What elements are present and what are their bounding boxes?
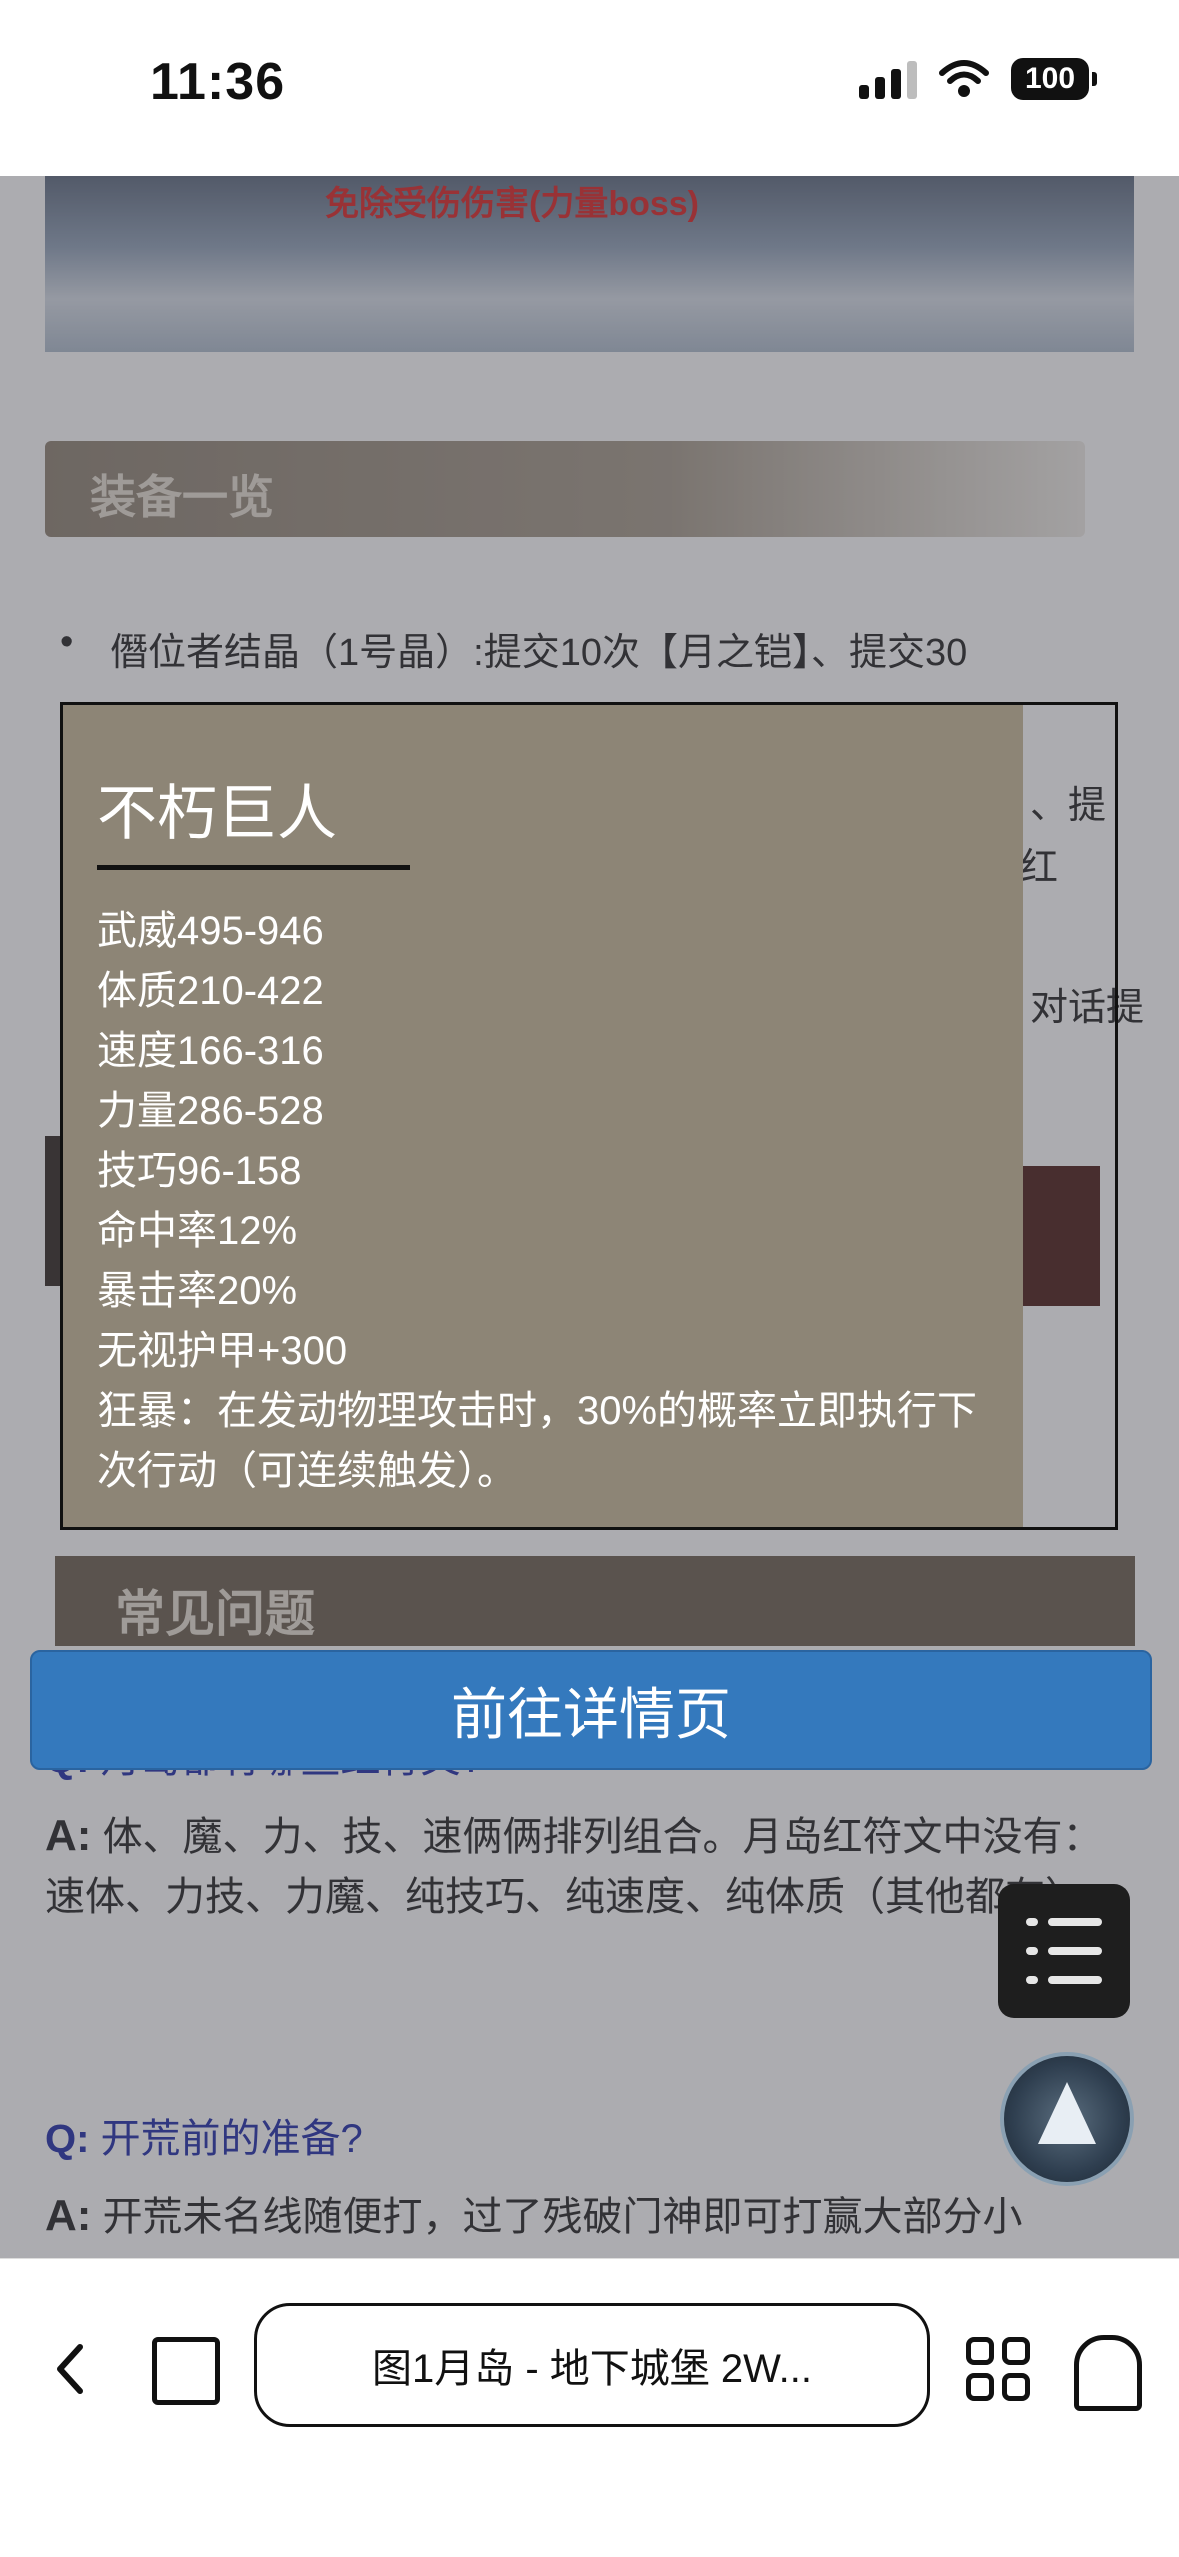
stat-line: 狂暴：在发动物理攻击时，30%的概率立即执行下次行动（可连续触发）。 — [97, 1389, 978, 1493]
stat-line: 无视护甲+300 — [97, 1329, 348, 1373]
tab-switcher-button[interactable] — [152, 2337, 220, 2405]
ghost-mode-icon[interactable] — [1074, 2335, 1142, 2411]
stat-line: 速度166-316 — [97, 1029, 324, 1073]
back-button[interactable] — [50, 2339, 100, 2419]
item-tooltip: 不朽巨人 武威495-946 体质210-422 速度166-316 力量286… — [60, 702, 1118, 1530]
stat-line: 技巧96-158 — [97, 1149, 302, 1193]
tooltip-title: 不朽巨人 — [97, 780, 337, 847]
status-time: 11:36 — [150, 53, 286, 111]
battery-icon: 100 — [1011, 58, 1097, 100]
stat-line: 命中率12% — [97, 1209, 298, 1253]
tooltip-stats: 武威495-946 体质210-422 速度166-316 力量286-528 … — [97, 901, 997, 1501]
tooltip-panel: 不朽巨人 武威495-946 体质210-422 速度166-316 力量286… — [63, 705, 1023, 1527]
browser-bottom-bar: 图1月岛 - 地下城堡 2W... — [0, 2258, 1179, 2557]
wifi-icon — [939, 60, 989, 97]
stat-line: 武威495-946 — [97, 909, 324, 953]
status-icons: 100 — [859, 58, 1097, 100]
stat-line: 力量286-528 — [97, 1089, 324, 1133]
stat-line: 暴击率20% — [97, 1269, 298, 1313]
stat-line: 体质210-422 — [97, 969, 324, 1013]
site-logo-button[interactable] — [1000, 2052, 1134, 2186]
status-bar: 11:36 100 — [0, 0, 1179, 176]
tooltip-divider — [97, 865, 410, 870]
cellular-signal-icon — [859, 59, 917, 99]
address-bar[interactable]: 图1月岛 - 地下城堡 2W... — [254, 2303, 930, 2427]
apps-grid-icon[interactable] — [966, 2337, 1030, 2401]
chevron-left-icon — [57, 2344, 83, 2394]
go-to-details-button[interactable]: 前往详情页 — [30, 1650, 1152, 1770]
table-of-contents-button[interactable] — [998, 1884, 1130, 2018]
